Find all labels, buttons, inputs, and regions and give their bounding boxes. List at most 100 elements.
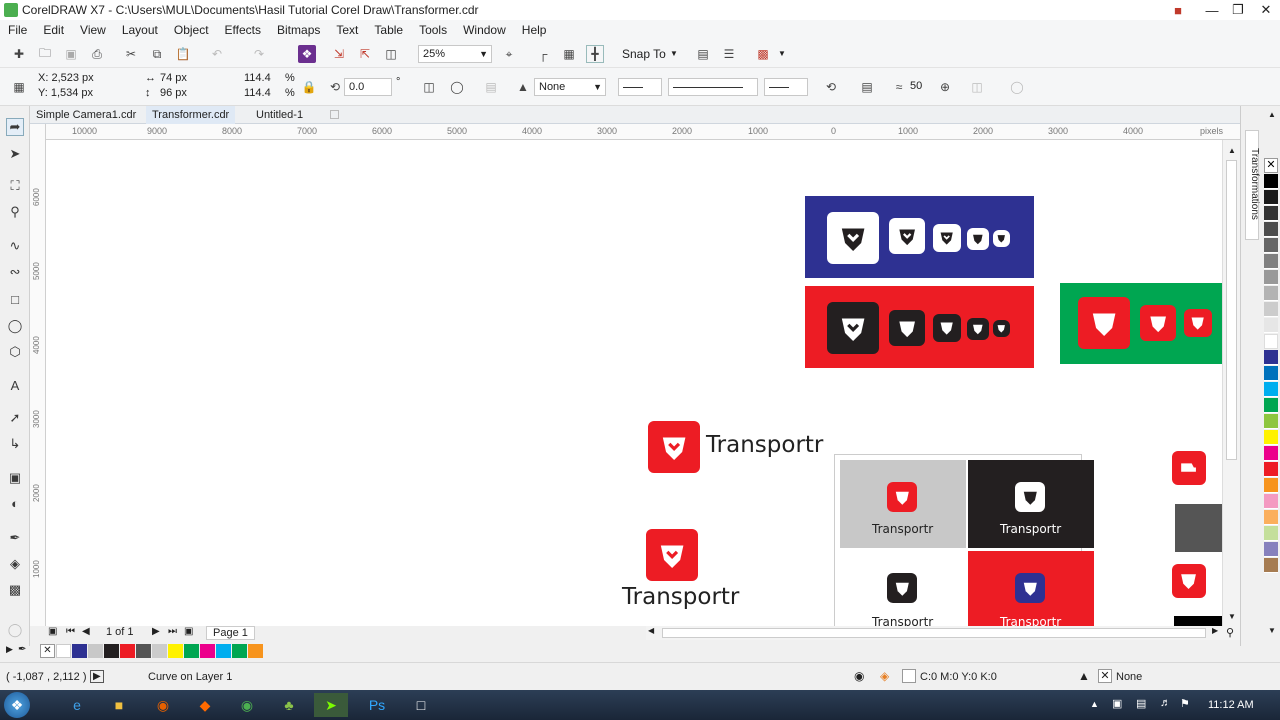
mirror-horizontal-icon[interactable]: ◫ — [420, 78, 438, 96]
dark-tile[interactable]: Transportr — [968, 460, 1094, 548]
curve-smoothing-icon[interactable]: ≈ — [890, 78, 908, 96]
cut-icon[interactable]: ✂ — [122, 45, 140, 63]
transportr-logo-icon[interactable] — [993, 230, 1010, 247]
vertical-scroll-thumb[interactable] — [1226, 160, 1237, 460]
color-swatch[interactable] — [1264, 318, 1278, 333]
color-swatch[interactable] — [72, 644, 87, 658]
add-page-after-icon[interactable]: ▣ — [184, 626, 193, 637]
arrange-icon[interactable]: ▤ — [482, 78, 500, 96]
no-color-swatch[interactable]: ✕ — [1264, 158, 1278, 173]
clock[interactable]: 11:12 AM — [1208, 699, 1254, 711]
start-arrowhead-dropdown[interactable] — [618, 78, 662, 96]
smoothing-slider-icon[interactable]: ⊕ — [936, 78, 954, 96]
app-icon[interactable]: ◆ — [188, 693, 222, 717]
color-swatch[interactable] — [232, 644, 247, 658]
page-tab[interactable]: Page 1 — [206, 626, 255, 640]
app-icon[interactable]: ♣ — [272, 693, 306, 717]
color-swatch[interactable] — [248, 644, 263, 658]
close-curve-icon[interactable]: ⟲ — [822, 78, 840, 96]
dark-mockup[interactable] — [1174, 616, 1222, 626]
color-swatch[interactable] — [1264, 526, 1278, 541]
pick-tool-icon[interactable]: ➦ — [6, 118, 24, 136]
transportr-logo-icon[interactable] — [827, 302, 879, 354]
zoom-one-shot-icon[interactable]: ⌖ — [500, 45, 518, 63]
zoom-tool-icon[interactable]: ⚲ — [6, 204, 24, 222]
tray-icon[interactable]: ▣ — [1112, 697, 1122, 710]
color-swatch[interactable] — [88, 644, 103, 658]
green-logo-strip[interactable] — [1060, 283, 1222, 364]
show-guidelines-icon[interactable]: ╋ — [586, 45, 604, 63]
user-icon[interactable]: ■ — [1164, 0, 1192, 20]
transportr-logo-icon[interactable] — [889, 310, 925, 346]
firefox-icon[interactable]: ◉ — [146, 693, 180, 717]
export-icon[interactable]: ⇱ — [356, 45, 374, 63]
color-swatch[interactable] — [104, 644, 119, 658]
transformations-docker[interactable]: Transformations — [1240, 106, 1262, 646]
color-swatch[interactable] — [1264, 334, 1278, 349]
color-swatch[interactable] — [1264, 558, 1278, 573]
fill-icon[interactable]: ◈ — [880, 669, 889, 683]
transportr-logo-icon[interactable] — [1078, 297, 1130, 349]
color-swatch[interactable] — [184, 644, 199, 658]
transportr-logo-icon[interactable] — [1140, 305, 1176, 341]
rotation-angle-field[interactable]: 0.0 — [344, 78, 392, 96]
color-proofing-icon[interactable]: ◉ — [854, 669, 864, 683]
menu-bitmaps[interactable]: Bitmaps — [269, 23, 328, 37]
red-logo-strip[interactable] — [805, 286, 1034, 368]
transportr-logo-icon[interactable] — [1184, 309, 1212, 337]
menu-edit[interactable]: Edit — [35, 23, 72, 37]
fill-swatch[interactable] — [902, 669, 916, 683]
rotate-icon[interactable]: ⟲ — [326, 78, 344, 96]
welcome-screen-icon[interactable]: ▩ — [754, 45, 772, 63]
vertical-scrollbar[interactable]: ▲ ▼ — [1222, 140, 1240, 626]
drawing-canvas[interactable]: Transportr Transportr Transportr Transpo… — [46, 140, 1222, 626]
color-swatch[interactable] — [1264, 478, 1278, 493]
connector-tool-icon[interactable]: ↳ — [6, 436, 24, 454]
tab-untitled[interactable]: Untitled-1 — [250, 106, 309, 124]
height-field[interactable]: 96 px — [160, 87, 187, 99]
copy-icon[interactable]: ⧉ — [148, 45, 166, 63]
next-page-icon[interactable]: ▶ — [152, 626, 160, 637]
show-grid-icon[interactable]: ▦ — [560, 45, 578, 63]
add-page-icon[interactable]: ▣ — [48, 626, 57, 637]
menu-table[interactable]: Table — [366, 23, 411, 37]
previous-page-icon[interactable]: ◀ — [82, 626, 90, 637]
menu-help[interactable]: Help — [514, 23, 555, 37]
undo-icon[interactable]: ↶ — [208, 45, 226, 63]
end-arrowhead-dropdown[interactable] — [764, 78, 808, 96]
file-explorer-icon[interactable]: ■ — [102, 693, 136, 717]
artistic-media-icon[interactable]: ∾ — [6, 264, 24, 282]
color-swatch[interactable] — [1264, 222, 1278, 237]
object-origin-icon[interactable]: ▦ — [10, 78, 28, 96]
truck-logo-icon[interactable] — [1172, 451, 1206, 485]
color-swatch[interactable] — [1264, 430, 1278, 445]
shape-tool-icon[interactable]: ➤ — [6, 146, 24, 164]
color-swatch[interactable] — [1264, 414, 1278, 429]
grey-tile[interactable]: Transportr — [840, 460, 966, 548]
play-icon[interactable]: ▶ — [90, 670, 104, 683]
photo-mockup[interactable] — [1175, 504, 1222, 552]
interactive-fill-icon[interactable]: ◈ — [6, 556, 24, 574]
color-swatch[interactable] — [1264, 174, 1278, 189]
horizontal-ruler[interactable]: 10000 9000 8000 7000 6000 5000 4000 3000… — [46, 124, 1240, 140]
brand-wordmark[interactable]: Transportr — [622, 584, 739, 610]
color-swatch[interactable] — [1264, 254, 1278, 269]
internet-explorer-icon[interactable]: e — [60, 693, 94, 717]
outline-pen-icon[interactable]: ▲ — [1078, 669, 1090, 683]
menu-layout[interactable]: Layout — [114, 23, 166, 37]
white-tile[interactable]: Transportr — [840, 551, 966, 626]
no-outline-icon[interactable]: ✕ — [1098, 669, 1112, 683]
zoom-level-dropdown[interactable]: 25% ▼ — [418, 45, 492, 63]
minimize-button[interactable]: — — [1198, 0, 1226, 20]
color-swatch[interactable] — [1264, 398, 1278, 413]
scale-width-field[interactable]: 114.4 — [244, 72, 271, 84]
mirror-vertical-icon[interactable]: ◯ — [448, 78, 466, 96]
polygon-tool-icon[interactable]: ⬡ — [6, 344, 24, 362]
options-icon[interactable]: ▤ — [694, 45, 712, 63]
open-folder-icon[interactable]: 🗀 — [36, 45, 54, 63]
color-swatch[interactable] — [1264, 462, 1278, 477]
x-position-field[interactable]: X: 2,523 px — [38, 72, 94, 84]
horizontal-scrollbar[interactable]: ◀ ▶ ⚲ — [646, 626, 1240, 640]
transportr-logo-icon[interactable] — [933, 314, 961, 342]
menu-window[interactable]: Window — [455, 23, 514, 37]
